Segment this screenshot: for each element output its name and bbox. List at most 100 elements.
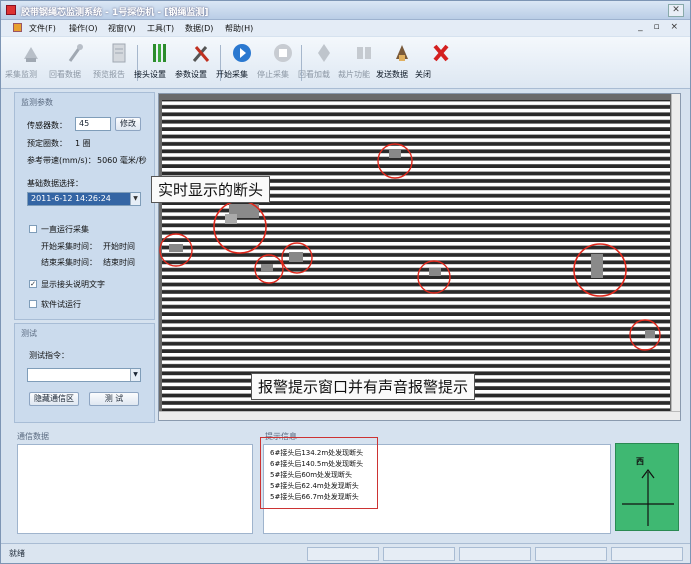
review-load-label: 回看加载 bbox=[298, 70, 330, 79]
software-test-checkbox[interactable] bbox=[29, 300, 37, 308]
chevron-down-icon[interactable]: ▼ bbox=[130, 193, 140, 205]
menu-bar: 文件(F) 操作(O) 视窗(V) 工具(T) 数据(D) 帮助(H) _ ▫ … bbox=[1, 20, 690, 36]
software-test-label: 软件试运行 bbox=[41, 300, 81, 309]
direction-arrow-icon bbox=[622, 469, 674, 526]
stop-collect-icon bbox=[274, 44, 292, 62]
status-cell bbox=[307, 547, 379, 561]
test-cmd-select[interactable]: ▼ bbox=[27, 368, 141, 382]
break-mark bbox=[389, 150, 401, 158]
alarm-line: 5#接头后60m处发现断头 bbox=[270, 471, 353, 479]
break-mark bbox=[591, 254, 603, 278]
vertical-scrollbar[interactable] bbox=[671, 94, 680, 420]
param-settings-label: 参数设置 bbox=[175, 70, 207, 79]
direction-indicator: 西 bbox=[615, 443, 679, 531]
review-load-icon bbox=[318, 44, 330, 62]
cut-function-label: 裁片功能 bbox=[338, 70, 370, 79]
break-mark bbox=[225, 214, 237, 224]
sensor-count-label: 传感器数： bbox=[27, 121, 67, 130]
wire-rope-display bbox=[158, 93, 681, 421]
test-panel: 测试 测试指令： ▼ 隐藏通信区 测 试 bbox=[14, 323, 155, 423]
status-cell bbox=[459, 547, 531, 561]
document-icon bbox=[13, 23, 22, 32]
break-mark bbox=[429, 268, 441, 276]
menu-operate[interactable]: 操作(O) bbox=[69, 23, 98, 34]
horizontal-scrollbar[interactable] bbox=[159, 411, 680, 420]
comm-data-textbox[interactable] bbox=[17, 444, 253, 534]
menu-view[interactable]: 视窗(V) bbox=[108, 23, 136, 34]
mdi-controls[interactable]: _ ▫ × bbox=[638, 22, 682, 32]
joint-settings-label: 接头设置 bbox=[134, 70, 166, 79]
monitor-params-title: 监测参数 bbox=[21, 98, 53, 107]
show-joint-label: 显示接头说明文字 bbox=[41, 280, 105, 289]
joint-settings-button[interactable]: 接头设置 bbox=[134, 41, 180, 85]
preview-report-label: 预览报告 bbox=[93, 70, 125, 79]
send-data-icon bbox=[396, 45, 408, 61]
start-time-value: 开始时间 bbox=[103, 242, 135, 251]
review-data-button[interactable]: 回看数据 bbox=[49, 41, 95, 85]
stop-collect-label: 停止采集 bbox=[257, 70, 289, 79]
sensor-count-input[interactable]: 45 bbox=[75, 117, 111, 131]
menu-data[interactable]: 数据(D) bbox=[185, 23, 213, 34]
preset-turns-label: 预定圈数： bbox=[27, 139, 67, 148]
break-mark bbox=[261, 264, 273, 272]
ref-speed-label: 参考带速(mm/s)： bbox=[27, 156, 96, 165]
param-settings-button[interactable]: 参数设置 bbox=[175, 41, 221, 85]
collect-monitor-label: 采集监测 bbox=[5, 70, 37, 79]
status-cell bbox=[535, 547, 607, 561]
close-icon bbox=[433, 44, 449, 62]
comm-data-title: 通信数据 bbox=[17, 432, 49, 441]
preview-report-button[interactable]: 预览报告 bbox=[93, 41, 139, 85]
status-cell bbox=[383, 547, 455, 561]
bottom-area: 通信数据 提示信息 6#接头后134.2m处发现断头 6#接头后140.5m处发… bbox=[13, 427, 683, 539]
status-bar: 就绪 bbox=[1, 543, 690, 563]
break-mark bbox=[169, 244, 183, 252]
alarm-textbox[interactable]: 6#接头后134.2m处发现断头 6#接头后140.5m处发现断头 5#接头后6… bbox=[260, 437, 611, 534]
toolbar: 采集监测 回看数据 预览报告 接头设置 参数设置 开始采集 停止采集 回看加载 … bbox=[1, 37, 690, 89]
alarm-line: 6#接头后134.2m处发现断头 bbox=[270, 449, 364, 457]
param-settings-icon bbox=[192, 46, 210, 62]
window-title: 胶带钢绳芯监测系统 - 1号探伤机 - [钢绳监测] bbox=[21, 8, 209, 18]
break-mark bbox=[645, 330, 655, 338]
alarm-line: 5#接头后62.4m处发现断头 bbox=[270, 482, 359, 490]
end-time-value: 结束时间 bbox=[103, 258, 135, 267]
base-data-value: 2011-6-12 14:26:24 bbox=[31, 194, 111, 203]
show-joint-checkbox[interactable]: ✓ bbox=[29, 280, 37, 288]
status-text: 就绪 bbox=[9, 549, 25, 558]
test-panel-title: 测试 bbox=[21, 329, 37, 338]
menu-tools[interactable]: 工具(T) bbox=[147, 23, 174, 34]
modify-button[interactable]: 修改 bbox=[115, 117, 141, 131]
preset-turns-value: 1 圈 bbox=[75, 139, 91, 148]
start-time-label: 开始采集时间： bbox=[41, 242, 97, 251]
review-data-label: 回看数据 bbox=[49, 70, 81, 79]
alarm-line: 6#接头后140.5m处发现断头 bbox=[270, 460, 364, 468]
window-close-button[interactable]: ✕ bbox=[668, 4, 684, 17]
close-label: 关闭 bbox=[415, 70, 431, 79]
collect-monitor-button[interactable]: 采集监测 bbox=[5, 41, 51, 85]
close-button[interactable]: 关闭 bbox=[415, 41, 461, 85]
chevron-down-icon[interactable]: ▼ bbox=[130, 369, 140, 381]
base-data-label: 基础数据选择： bbox=[27, 179, 83, 188]
end-time-label: 结束采集时间： bbox=[41, 258, 97, 267]
test-button[interactable]: 测 试 bbox=[89, 392, 139, 406]
continuous-checkbox[interactable] bbox=[29, 225, 37, 233]
title-bar: 胶带钢绳芯监测系统 - 1号探伤机 - [钢绳监测] ✕ bbox=[1, 1, 690, 20]
alarm-lines: 6#接头后134.2m处发现断头 6#接头后140.5m处发现断头 5#接头后6… bbox=[270, 448, 363, 503]
joint-settings-icon bbox=[153, 44, 166, 62]
app-icon bbox=[6, 5, 16, 15]
status-cell bbox=[611, 547, 683, 561]
realtime-break-annotation: 实时显示的断头 bbox=[151, 176, 271, 203]
cut-function-icon bbox=[357, 47, 371, 59]
test-cmd-label: 测试指令： bbox=[29, 351, 69, 360]
menu-help[interactable]: 帮助(H) bbox=[225, 23, 253, 34]
monitor-params-panel: 监测参数 传感器数： 45 修改 预定圈数： 1 圈 参考带速(mm/s)： 5… bbox=[14, 92, 155, 320]
menu-file[interactable]: 文件(F) bbox=[29, 23, 56, 34]
stop-collect-button[interactable]: 停止采集 bbox=[257, 41, 303, 85]
base-data-select[interactable]: 2011-6-12 14:26:24 ▼ bbox=[27, 192, 141, 206]
send-data-label: 发送数据 bbox=[376, 70, 408, 79]
start-collect-label: 开始采集 bbox=[216, 70, 248, 79]
hide-comm-button[interactable]: 隐藏通信区 bbox=[29, 392, 79, 406]
main-window: 胶带钢绳芯监测系统 - 1号探伤机 - [钢绳监测] ✕ 文件(F) 操作(O)… bbox=[0, 0, 691, 564]
start-collect-button[interactable]: 开始采集 bbox=[216, 41, 262, 85]
collect-monitor-icon bbox=[24, 47, 38, 62]
alarm-line: 5#接头后66.7m处发现断头 bbox=[270, 493, 359, 501]
